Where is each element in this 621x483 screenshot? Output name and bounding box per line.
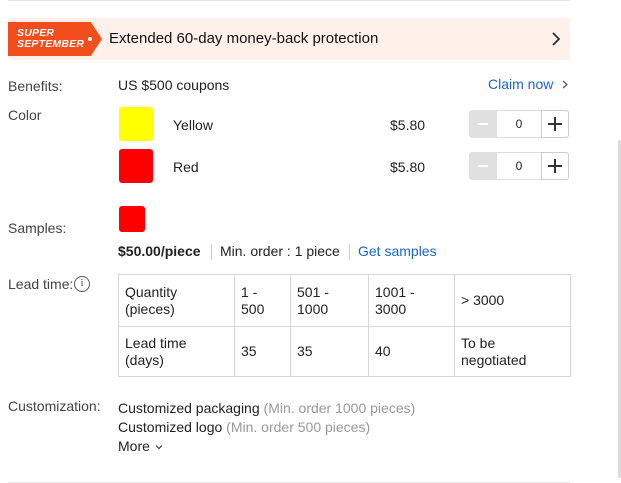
color-price-yellow: $5.80: [390, 117, 426, 133]
color-swatch-red[interactable]: [119, 149, 153, 183]
samples-label: Samples:: [8, 220, 67, 236]
table-cell: 35: [290, 326, 369, 377]
minus-icon: [477, 165, 488, 167]
chevron-right-icon[interactable]: [549, 32, 563, 46]
divider: [349, 244, 350, 260]
table-cell: 501 - 1000: [290, 274, 369, 327]
sample-swatch-red[interactable]: [119, 206, 145, 232]
minus-icon: [477, 123, 488, 125]
claim-now-label: Claim now: [488, 76, 554, 92]
customization-item: Customized logo (Min. order 500 pieces): [118, 419, 370, 435]
chevron-down-icon[interactable]: [155, 443, 163, 451]
get-samples-link[interactable]: Get samples: [358, 243, 437, 259]
lead-time-label: Lead time:: [8, 276, 74, 292]
color-name-yellow: Yellow: [173, 117, 213, 133]
table-cell: Lead time (days): [118, 326, 235, 377]
decrement-button[interactable]: [469, 110, 496, 138]
chevron-right-icon: [562, 80, 569, 89]
customization-note: (Min. order 1000 pieces): [263, 400, 416, 416]
lead-time-table: Quantity (pieces) 1 - 500 501 - 1000 100…: [118, 274, 571, 377]
promo-banner[interactable]: SUPER SEPTEMBER Extended 60-day money-ba…: [8, 18, 570, 60]
table-cell: 1001 - 3000: [368, 274, 455, 327]
customization-note: (Min. order 500 pieces): [226, 419, 371, 435]
table-cell: 1 - 500: [234, 274, 291, 327]
customization-name: Customized logo: [118, 419, 223, 435]
quantity-input-yellow[interactable]: 0: [496, 110, 542, 138]
customization-item: Customized packaging (Min. order 1000 pi…: [118, 400, 415, 416]
super-september-badge: SUPER SEPTEMBER: [8, 22, 102, 56]
color-label: Color: [8, 107, 42, 123]
plus-icon[interactable]: [541, 110, 569, 138]
color-swatch-yellow[interactable]: [119, 107, 153, 141]
color-price-red: $5.80: [390, 159, 426, 175]
sample-min-order: Min. order : 1 piece: [220, 243, 340, 259]
badge-dot: [88, 37, 92, 41]
benefits-label: Benefits:: [8, 78, 63, 94]
decrement-button[interactable]: [469, 152, 496, 180]
color-name-red: Red: [173, 159, 199, 175]
quantity-input-red[interactable]: 0: [496, 152, 542, 180]
plus-icon[interactable]: [541, 152, 569, 180]
table-cell: Quantity (pieces): [118, 274, 235, 327]
info-icon[interactable]: i: [74, 276, 90, 292]
table-cell: > 3000: [454, 274, 571, 327]
table-cell: 35: [234, 326, 291, 377]
customization-label: Customization:: [8, 398, 101, 414]
divider: [211, 244, 212, 260]
table-row: Lead time (days) 35 35 40 To be negotiat…: [118, 326, 571, 377]
claim-now-link[interactable]: Claim now: [488, 76, 569, 92]
more-button[interactable]: More: [118, 438, 150, 454]
table-row: Quantity (pieces) 1 - 500 501 - 1000 100…: [118, 274, 571, 327]
table-cell: 40: [368, 326, 455, 377]
quantity-stepper-red[interactable]: 0: [469, 152, 569, 180]
benefits-value: US $500 coupons: [118, 77, 230, 93]
sample-price: $50.00/piece: [118, 243, 201, 259]
top-divider: [8, 0, 570, 1]
customization-name: Customized packaging: [118, 400, 260, 416]
promo-text: Extended 60-day money-back protection: [109, 30, 379, 47]
table-cell: To be negotiated: [454, 326, 571, 377]
quantity-stepper-yellow[interactable]: 0: [469, 110, 569, 138]
